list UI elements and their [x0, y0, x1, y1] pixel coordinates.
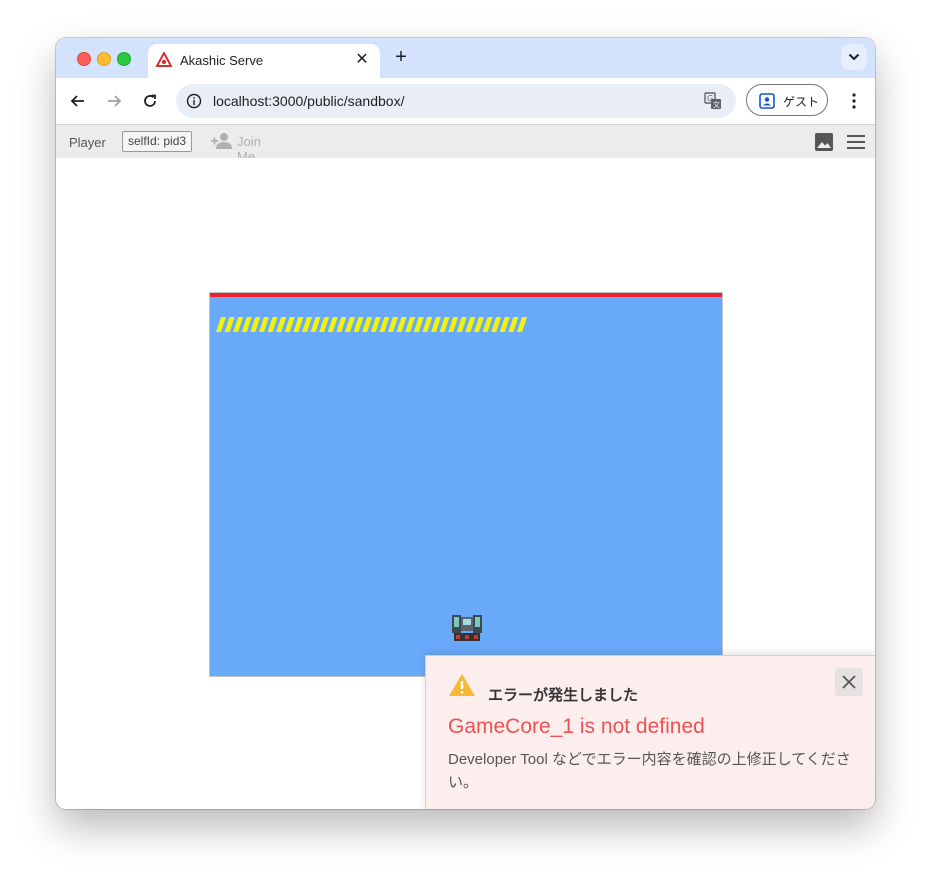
stripe-segment	[216, 317, 226, 332]
stripe-segment	[302, 317, 312, 332]
stripe-segment	[396, 317, 407, 332]
akashic-dev-toolbar: Player selfId: pid3 Join Me	[56, 124, 875, 164]
minimize-window-button[interactable]	[97, 52, 111, 66]
stripe-segment	[233, 317, 244, 332]
stripe-segment	[405, 317, 416, 332]
stripe-segment	[241, 317, 252, 332]
stripe-segment	[456, 317, 467, 332]
close-icon	[842, 675, 856, 689]
stripe-segment	[310, 317, 321, 332]
stripe-segment	[319, 317, 330, 332]
url-text[interactable]: localhost:3000/public/sandbox/	[213, 93, 404, 109]
tab-close-icon[interactable]: ✕	[352, 50, 372, 70]
stripe-segment	[439, 317, 450, 332]
browser-window: Akashic Serve ✕ + localhost:3000/public/…	[56, 38, 875, 809]
stripe-segment	[362, 317, 373, 332]
close-window-button[interactable]	[77, 52, 91, 66]
stripe-segment	[259, 317, 269, 332]
tab-search-button[interactable]	[841, 44, 867, 70]
address-bar[interactable]: localhost:3000/public/sandbox/ G 文	[176, 84, 736, 118]
stripe-segment	[327, 317, 338, 332]
stripe-segment	[388, 317, 398, 332]
error-heading: エラーが発生しました	[488, 687, 639, 704]
stripe-segment	[474, 317, 484, 332]
stripe-segment	[517, 317, 527, 332]
stripe-segment	[491, 317, 502, 332]
stripe-segment	[276, 317, 287, 332]
error-description: Developer Tool などでエラー内容を確認の上修正してください。	[448, 751, 851, 791]
image-icon[interactable]	[814, 132, 834, 152]
stripe-segment	[482, 317, 493, 332]
stripe-segment	[499, 317, 510, 332]
akashic-logo-icon	[156, 52, 172, 67]
info-icon[interactable]	[186, 93, 202, 109]
new-tab-button[interactable]: +	[390, 46, 412, 68]
stripe-segment	[413, 317, 424, 332]
svg-text:文: 文	[713, 100, 720, 109]
stripe-segment	[448, 317, 459, 332]
tab-title: Akashic Serve	[180, 53, 264, 68]
hamburger-menu-icon[interactable]	[845, 132, 867, 152]
stripe-segment	[379, 317, 390, 332]
arrow-back-icon[interactable]	[68, 91, 88, 111]
stripe-segment	[284, 317, 295, 332]
stripe-segment	[370, 317, 381, 332]
error-message: GameCore_1 is not defined	[448, 715, 705, 738]
stripe-segment	[508, 317, 519, 332]
warning-icon	[449, 674, 475, 696]
stripe-segment	[422, 317, 433, 332]
stripe-segment	[293, 317, 304, 332]
zoom-window-button[interactable]	[117, 52, 131, 66]
stripe-segment	[224, 317, 235, 332]
stripe-segment	[250, 317, 261, 332]
tab-akashic-serve[interactable]: Akashic Serve ✕	[148, 44, 380, 78]
stripe-segment	[345, 317, 355, 332]
reload-icon[interactable]	[140, 91, 160, 111]
person-add-icon	[211, 133, 232, 149]
profile-button[interactable]: ゲスト	[746, 84, 828, 116]
browser-toolbar: localhost:3000/public/sandbox/ G 文 ゲスト	[56, 78, 875, 124]
stripe-segment	[267, 317, 278, 332]
self-id-badge: selfId: pid3	[122, 131, 193, 152]
tab-bar: Akashic Serve ✕ +	[56, 38, 875, 78]
profile-label: ゲスト	[783, 95, 820, 109]
yellow-stripe-gauge	[216, 317, 527, 332]
stripe-segment	[465, 317, 476, 332]
kebab-menu-icon[interactable]	[844, 91, 864, 111]
player-sprite	[452, 615, 482, 641]
page-content: エラーが発生しました GameCore_1 is not defined Dev…	[56, 158, 875, 809]
chevron-down-icon	[848, 53, 860, 61]
error-toast: エラーが発生しました GameCore_1 is not defined Dev…	[425, 655, 875, 809]
arrow-forward-icon[interactable]	[104, 91, 124, 111]
translate-icon[interactable]: G 文	[704, 92, 722, 110]
person-icon	[759, 93, 775, 109]
stripe-segment	[353, 317, 364, 332]
player-label: Player	[69, 135, 106, 150]
toast-close-button[interactable]	[835, 668, 863, 696]
game-canvas[interactable]	[209, 292, 723, 677]
stripe-segment	[336, 317, 347, 332]
game-top-bar	[210, 293, 722, 297]
stripe-segment	[431, 317, 441, 332]
